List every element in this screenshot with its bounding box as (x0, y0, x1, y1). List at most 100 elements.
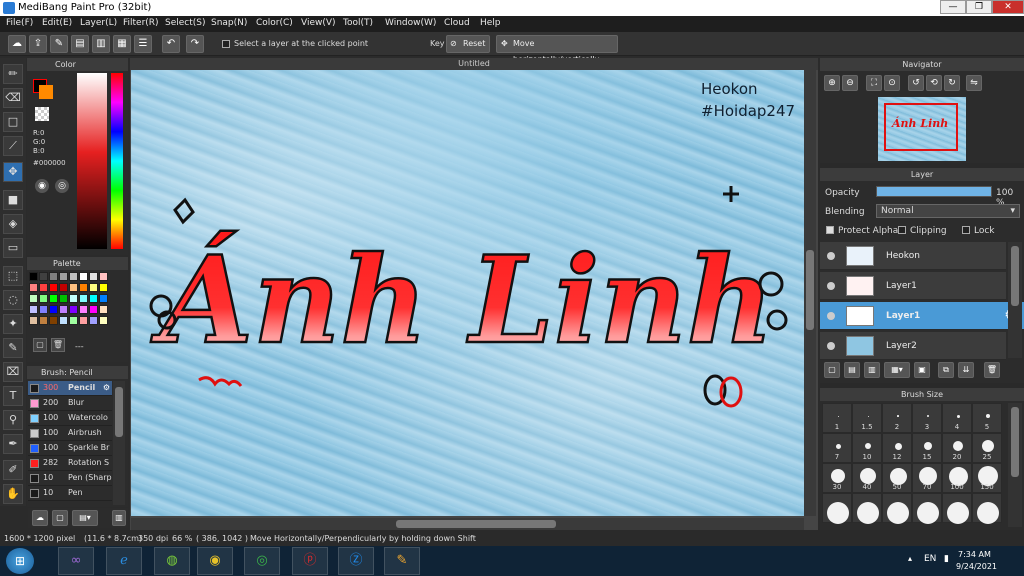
menu-view[interactable]: View(V) (301, 18, 336, 28)
menu-filter[interactable]: Filter(R) (123, 18, 159, 28)
magic-wand-icon[interactable]: ✦ (3, 314, 23, 334)
start-button-icon[interactable]: ⊞ (6, 548, 34, 574)
brush-size-cell[interactable]: 20 (942, 433, 972, 463)
rotate-left-icon[interactable]: ↺ (908, 75, 924, 91)
eyedropper-icon[interactable]: ✒ (3, 434, 23, 454)
brush-item[interactable]: 100 Airbrush (28, 426, 112, 441)
layer-row-layer1-selected[interactable]: Layer1 ⚙ (820, 302, 1024, 330)
minimize-button[interactable]: — (940, 0, 966, 14)
network-icon[interactable]: ▮ (944, 554, 949, 564)
palette-swatch[interactable] (39, 305, 48, 314)
palette-swatch[interactable] (29, 283, 38, 292)
palette-swatch[interactable] (49, 316, 58, 325)
palette-swatch[interactable] (39, 294, 48, 303)
operation-tool-icon[interactable]: ⚲ (3, 410, 23, 430)
visibility-icon[interactable] (827, 282, 835, 290)
fill-rect-tool-icon[interactable]: ■ (3, 190, 23, 210)
menu-select[interactable]: Select(S) (165, 18, 206, 28)
fit-view-icon[interactable]: ⛶ (866, 75, 882, 91)
brush-size-cell[interactable]: 2 (882, 403, 912, 433)
layer-row-heokon[interactable]: Heokon (820, 242, 1006, 270)
document-tab[interactable]: Untitled (130, 58, 818, 70)
lock-checkbox[interactable] (962, 226, 970, 234)
merge-layer-icon[interactable]: ⇊ (958, 362, 974, 378)
hue-slider[interactable] (111, 73, 123, 249)
menu-window[interactable]: Window(W) (385, 18, 436, 28)
blending-select[interactable]: Normal ▾ (876, 204, 1020, 218)
menu-help[interactable]: Help (480, 18, 501, 28)
brush-size-cell[interactable]: 70 (912, 463, 942, 493)
palette-swatch[interactable] (29, 316, 38, 325)
palette-swatch[interactable] (99, 305, 108, 314)
brush-size-cell[interactable]: 150 (972, 463, 1002, 493)
vertical-scrollbar[interactable] (804, 70, 816, 516)
new-layer-icon[interactable]: ▢ (824, 362, 840, 378)
brush-size-cell[interactable]: 10 (852, 433, 882, 463)
app-green-icon[interactable]: ◍ (154, 547, 190, 575)
app-colorful-icon[interactable]: ◎ (244, 547, 280, 575)
layer-scrollbar[interactable] (1008, 242, 1022, 358)
taskbar-arrow-icon[interactable]: ▴ (908, 554, 912, 563)
menu-cloud[interactable]: Cloud (444, 18, 470, 28)
menu-tool[interactable]: Tool(T) (343, 18, 373, 28)
palette-swatch[interactable] (49, 272, 58, 281)
palette-swatch[interactable] (59, 316, 68, 325)
duplicate-layer-icon[interactable]: ⧉ (938, 362, 954, 378)
brush-size-cell[interactable]: 100 (942, 463, 972, 493)
brush-size-cell[interactable]: 40 (852, 463, 882, 493)
palette-wheel-icon[interactable]: ◉ (35, 179, 49, 193)
rotate-reset-icon[interactable]: ⟲ (926, 75, 942, 91)
visual-studio-icon[interactable]: ∞ (58, 547, 94, 575)
move-tool-icon[interactable]: ✥ (3, 162, 23, 182)
brush-size-cell[interactable] (912, 493, 942, 524)
drawing-canvas[interactable]: Heokon #Hoidap247 Ánh Linh (131, 70, 804, 516)
color-value-picker[interactable] (77, 73, 107, 249)
menu-file[interactable]: File(F) (6, 18, 33, 28)
select-eraser-icon[interactable]: ⌧ (3, 362, 23, 382)
brush-size-cell[interactable] (822, 493, 852, 524)
menu-color[interactable]: Color(C) (256, 18, 293, 28)
palette-swatch[interactable] (39, 316, 48, 325)
new-halftone-layer-icon[interactable]: ▤ (844, 362, 860, 378)
brush-delete-icon[interactable]: ▥ (112, 510, 126, 526)
rotate-right-icon[interactable]: ↻ (944, 75, 960, 91)
document-icon[interactable]: ▥ (92, 35, 110, 53)
chrome-icon[interactable]: ◉ (197, 547, 233, 575)
brush-settings-gear-icon[interactable]: ⚙ (103, 381, 110, 395)
maximize-button[interactable]: ❐ (966, 0, 992, 14)
text-tool-icon[interactable]: T (3, 386, 23, 406)
brush-size-cell[interactable]: 1.5 (852, 403, 882, 433)
line-tool-icon[interactable]: ⟋ (3, 136, 23, 156)
pinterest-icon[interactable]: ⓟ (292, 547, 328, 575)
share-icon[interactable]: ⇪ (29, 35, 47, 53)
grid-icon[interactable]: ▦ (113, 35, 131, 53)
brush-tool-icon[interactable]: ✏ (3, 64, 23, 84)
background-color-swatch[interactable] (39, 85, 53, 99)
undo-icon[interactable]: ↶ (162, 35, 180, 53)
palette-swatch[interactable] (89, 305, 98, 314)
brush-item[interactable]: 282 Rotation S (28, 456, 112, 471)
brush-size-cell[interactable]: 30 (822, 463, 852, 493)
hand-tool-icon[interactable]: ✋ (3, 484, 23, 504)
brush-size-cell[interactable] (972, 493, 1002, 524)
select-rect-icon[interactable]: ⬚ (3, 266, 23, 286)
palette-swatch[interactable] (29, 272, 38, 281)
brush-size-cell[interactable]: 25 (972, 433, 1002, 463)
brush-size-cell[interactable]: 7 (822, 433, 852, 463)
add-layer-dropdown-icon[interactable]: ▦▾ (884, 362, 910, 378)
brush-size-cell[interactable] (942, 493, 972, 524)
palette-swatch[interactable] (49, 283, 58, 292)
palette-swatch[interactable] (69, 283, 78, 292)
palette-swatch[interactable] (79, 294, 88, 303)
brush-list-scrollbar[interactable] (113, 381, 125, 505)
internet-explorer-icon[interactable]: ℯ (106, 547, 142, 575)
brush-size-cell[interactable]: 1 (822, 403, 852, 433)
palette-swatch[interactable] (49, 294, 58, 303)
brush-size-cell[interactable] (882, 493, 912, 524)
new-palette-icon[interactable]: ▢ (33, 338, 47, 352)
brush-size-cell[interactable]: 5 (972, 403, 1002, 433)
palette-swatch[interactable] (39, 283, 48, 292)
select-pen-icon[interactable]: ✎ (3, 338, 23, 358)
vertical-scroll-thumb[interactable] (806, 250, 814, 330)
gradient-tool-icon[interactable]: ▭ (3, 238, 23, 258)
